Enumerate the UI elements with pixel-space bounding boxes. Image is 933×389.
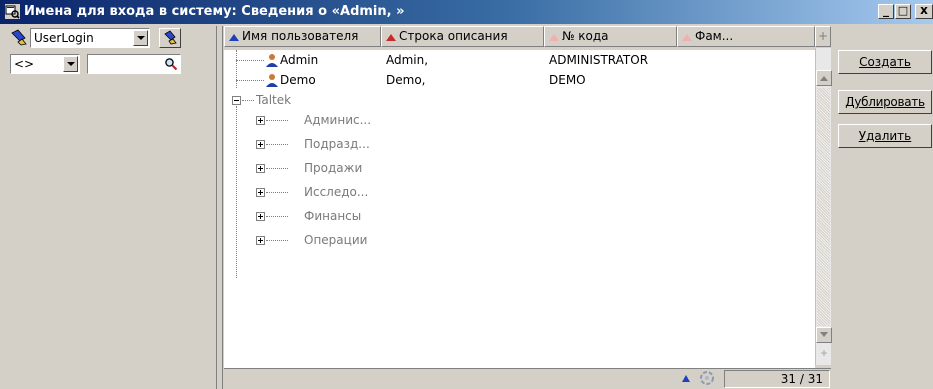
filter-brush-icon bbox=[11, 29, 27, 46]
sort-icon bbox=[549, 34, 559, 41]
sort-icon bbox=[682, 34, 692, 41]
minimize-button[interactable]: _ bbox=[878, 3, 894, 19]
duplicate-button[interactable]: Дублировать bbox=[838, 90, 932, 114]
tree-node[interactable]: Финансы bbox=[304, 206, 361, 226]
refresh-icon[interactable] bbox=[698, 370, 716, 386]
maximize-button[interactable]: □ bbox=[895, 4, 911, 19]
expand-toggle[interactable] bbox=[256, 164, 265, 173]
column-header-code[interactable]: № кода bbox=[544, 26, 677, 47]
records-list[interactable]: Admin Admin, ADMINISTRATOR Demo Demo, DE… bbox=[224, 50, 815, 388]
tree-node[interactable]: Исследо... bbox=[304, 182, 368, 202]
arrow-up-icon bbox=[820, 76, 828, 81]
filter-field-dropdown-button[interactable] bbox=[133, 30, 148, 46]
tree-node[interactable]: Админис... bbox=[304, 110, 371, 130]
tree-line bbox=[242, 100, 254, 101]
status-bar: 31 / 31 bbox=[224, 368, 831, 388]
filter-field-value: UserLogin bbox=[34, 31, 94, 45]
record-counter: 31 / 31 bbox=[724, 370, 830, 388]
table-row[interactable]: Demo Demo, DEMO bbox=[224, 70, 796, 90]
apply-filter-button[interactable] bbox=[159, 28, 181, 48]
column-header-lastname[interactable]: Фам... bbox=[677, 26, 815, 47]
window-icon bbox=[5, 4, 20, 19]
close-button[interactable]: x bbox=[915, 3, 933, 19]
arrow-down-icon bbox=[820, 332, 828, 337]
sort-asc-icon bbox=[229, 34, 239, 41]
filter-pane: UserLogin <> bbox=[8, 26, 216, 389]
scroll-down-button[interactable] bbox=[816, 327, 832, 343]
title-bar[interactable]: Имена для входа в систему: Сведения о «A… bbox=[0, 0, 933, 24]
tree-line bbox=[236, 60, 264, 61]
tree-node[interactable]: Операции bbox=[304, 230, 367, 250]
tree-line bbox=[266, 144, 288, 145]
sort-up-icon[interactable] bbox=[682, 375, 690, 382]
tree-line bbox=[236, 106, 237, 278]
tree-line bbox=[236, 80, 264, 81]
filter-apply-icon bbox=[164, 30, 177, 45]
delete-button[interactable]: Удалить bbox=[838, 124, 932, 148]
details-window: Имена для входа в систему: Сведения о «A… bbox=[0, 0, 933, 389]
filter-operator-combo[interactable]: <> bbox=[10, 54, 80, 74]
tree-line bbox=[266, 240, 288, 241]
filter-value-input[interactable] bbox=[87, 54, 181, 74]
collapse-toggle[interactable] bbox=[232, 96, 241, 105]
user-icon bbox=[266, 54, 278, 67]
table-row[interactable]: Admin Admin, ADMINISTRATOR bbox=[224, 50, 796, 70]
filter-operator-value: <> bbox=[14, 57, 35, 71]
expand-rows-button[interactable]: + bbox=[816, 345, 832, 361]
expand-toggle[interactable] bbox=[256, 236, 265, 245]
window-title: Имена для входа в систему: Сведения о «A… bbox=[24, 4, 405, 19]
tree-node[interactable]: Продажи bbox=[304, 158, 362, 178]
tree-node-root[interactable]: Taltek bbox=[256, 90, 291, 110]
tree-line bbox=[236, 50, 237, 88]
column-header-username[interactable]: Имя пользователя bbox=[224, 26, 381, 47]
scroll-track[interactable] bbox=[817, 88, 830, 326]
create-button[interactable]: Создать bbox=[838, 50, 932, 74]
tree-line bbox=[266, 216, 288, 217]
pane-splitter[interactable] bbox=[216, 26, 223, 389]
expand-toggle[interactable] bbox=[256, 188, 265, 197]
filter-operator-dropdown-button[interactable] bbox=[63, 56, 78, 72]
tree-line bbox=[266, 192, 288, 193]
expand-toggle[interactable] bbox=[256, 116, 265, 125]
tree-line bbox=[266, 168, 288, 169]
column-header-description[interactable]: Строка описания bbox=[381, 26, 544, 47]
tree-line bbox=[266, 120, 288, 121]
add-column-button[interactable]: + bbox=[815, 26, 831, 47]
tree-node[interactable]: Подразд... bbox=[304, 134, 370, 154]
scroll-up-button[interactable] bbox=[816, 70, 832, 86]
expand-toggle[interactable] bbox=[256, 212, 265, 221]
user-icon bbox=[266, 74, 278, 87]
vertical-scrollbar[interactable]: + bbox=[815, 48, 832, 365]
filter-field-combo[interactable]: UserLogin bbox=[30, 28, 150, 48]
sort-icon bbox=[386, 34, 396, 41]
expand-toggle[interactable] bbox=[256, 140, 265, 149]
search-icon[interactable] bbox=[164, 57, 178, 71]
